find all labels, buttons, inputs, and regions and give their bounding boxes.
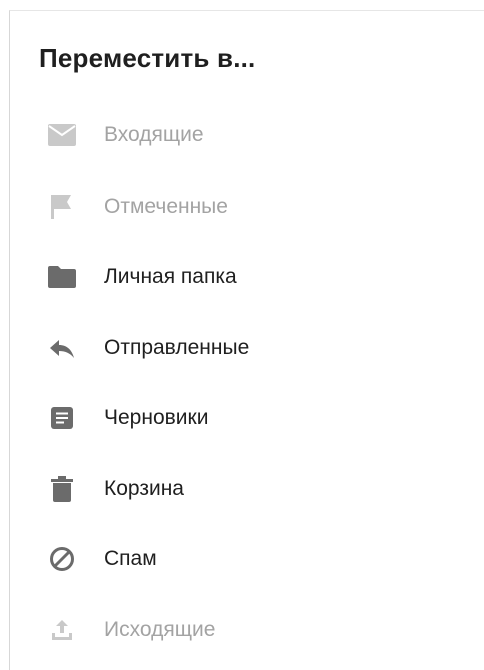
folder-item-trash[interactable]: Корзина xyxy=(10,454,475,524)
dialog-title: Переместить в... xyxy=(39,43,256,73)
folder-item-outbox: Исходящие xyxy=(10,595,475,665)
folder-item-label: Личная папка xyxy=(104,265,237,288)
upload-icon xyxy=(48,616,76,644)
folder-item-spam[interactable]: Спам xyxy=(10,524,475,594)
move-to-dialog: Переместить в... Входящие Отмеченные Лич… xyxy=(9,10,484,670)
reply-icon xyxy=(48,334,76,362)
folder-item-label: Спам xyxy=(104,547,157,570)
spam-icon xyxy=(48,545,76,573)
folder-item-label: Исходящие xyxy=(104,618,216,641)
folder-item-flagged: Отмеченные xyxy=(10,172,475,242)
folder-item-personal[interactable]: Личная папка xyxy=(10,242,475,312)
folder-item-label: Входящие xyxy=(104,123,204,146)
envelope-icon xyxy=(48,121,76,149)
folder-item-label: Черновики xyxy=(104,406,209,429)
folder-item-label: Отмеченные xyxy=(104,195,228,218)
folder-item-sent[interactable]: Отправленные xyxy=(10,313,475,383)
flag-icon xyxy=(48,193,76,221)
draft-icon xyxy=(48,404,76,432)
folder-item-inbox: Входящие xyxy=(10,100,475,170)
folder-item-drafts[interactable]: Черновики xyxy=(10,383,475,453)
folder-icon xyxy=(48,263,76,291)
folder-item-label: Корзина xyxy=(104,477,184,500)
trash-icon xyxy=(48,475,76,503)
folder-item-label: Отправленные xyxy=(104,336,250,359)
